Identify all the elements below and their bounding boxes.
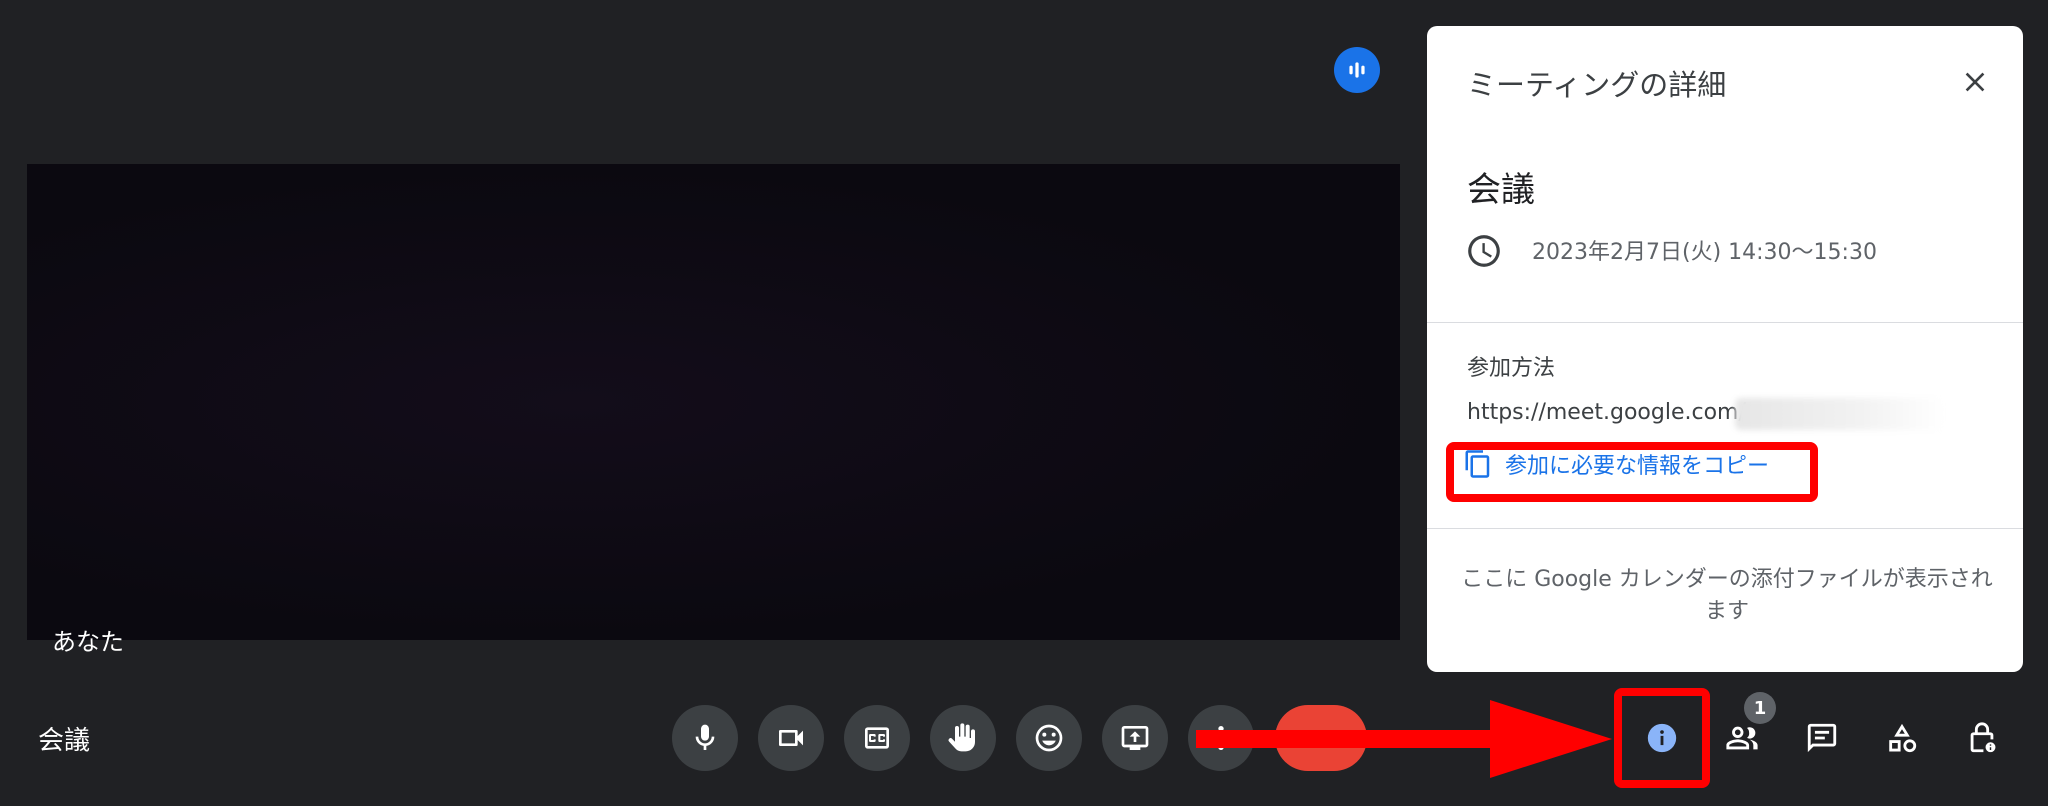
clock-container	[1465, 232, 1503, 270]
audio-bars-icon	[1349, 62, 1365, 78]
participants-count-badge: 1	[1744, 692, 1776, 724]
mic-icon	[695, 724, 715, 750]
highlight-copy-box	[1446, 442, 1818, 502]
close-panel-button[interactable]	[1953, 60, 1997, 104]
hand-icon	[948, 723, 975, 752]
event-datetime: 2023年2月7日(火) 14:30～15:30	[1532, 240, 1877, 265]
camera-button[interactable]	[758, 705, 824, 771]
cc-icon	[865, 727, 889, 749]
meeting-details-panel: ミーティングの詳細 会議 2023年2月7日(火) 14:30～15:30 参加…	[1427, 26, 2023, 672]
reactions-button[interactable]	[1016, 705, 1082, 771]
more-vert-icon	[1218, 726, 1224, 750]
raise-hand-button[interactable]	[930, 705, 996, 771]
divider	[1427, 322, 2023, 323]
divider	[1427, 528, 2023, 529]
self-video-tile	[27, 164, 1400, 640]
host-controls-button[interactable]	[1954, 710, 2010, 766]
close-icon	[1965, 72, 1985, 92]
captions-button[interactable]	[844, 705, 910, 771]
microphone-button[interactable]	[672, 705, 738, 771]
emoji-icon	[1035, 724, 1063, 752]
highlight-info-box	[1614, 688, 1710, 788]
videocam-icon	[779, 730, 803, 746]
chat-button[interactable]	[1794, 710, 1850, 766]
present-button[interactable]	[1102, 705, 1168, 771]
self-name-label: あなた	[52, 628, 124, 656]
join-heading: 参加方法	[1467, 356, 1556, 381]
meeting-name: 会議	[38, 726, 91, 756]
activities-button[interactable]	[1874, 710, 1930, 766]
meet-window: あなた 会議 1 ミーティングの詳細 会議 2023年2月7日(火) 14:30…	[0, 0, 2048, 806]
attachments-note: ここに Google カレンダーの添付ファイルが表示されます	[1461, 567, 1993, 624]
more-options-button[interactable]	[1188, 705, 1254, 771]
redacted-meeting-code	[1735, 398, 1945, 430]
present-icon	[1121, 726, 1149, 750]
event-title: 会議	[1467, 170, 1535, 210]
chat-icon	[1807, 723, 1837, 753]
end-call-button[interactable]	[1275, 705, 1367, 771]
people-icon	[1726, 726, 1758, 750]
host-controls-icon	[1970, 722, 1996, 753]
speaking-indicator	[1334, 47, 1380, 93]
panel-title: ミーティングの詳細	[1467, 68, 1727, 102]
clock-icon	[1468, 235, 1500, 267]
activities-icon	[1889, 723, 1917, 753]
join-url[interactable]: https://meet.google.com/	[1467, 400, 1746, 425]
